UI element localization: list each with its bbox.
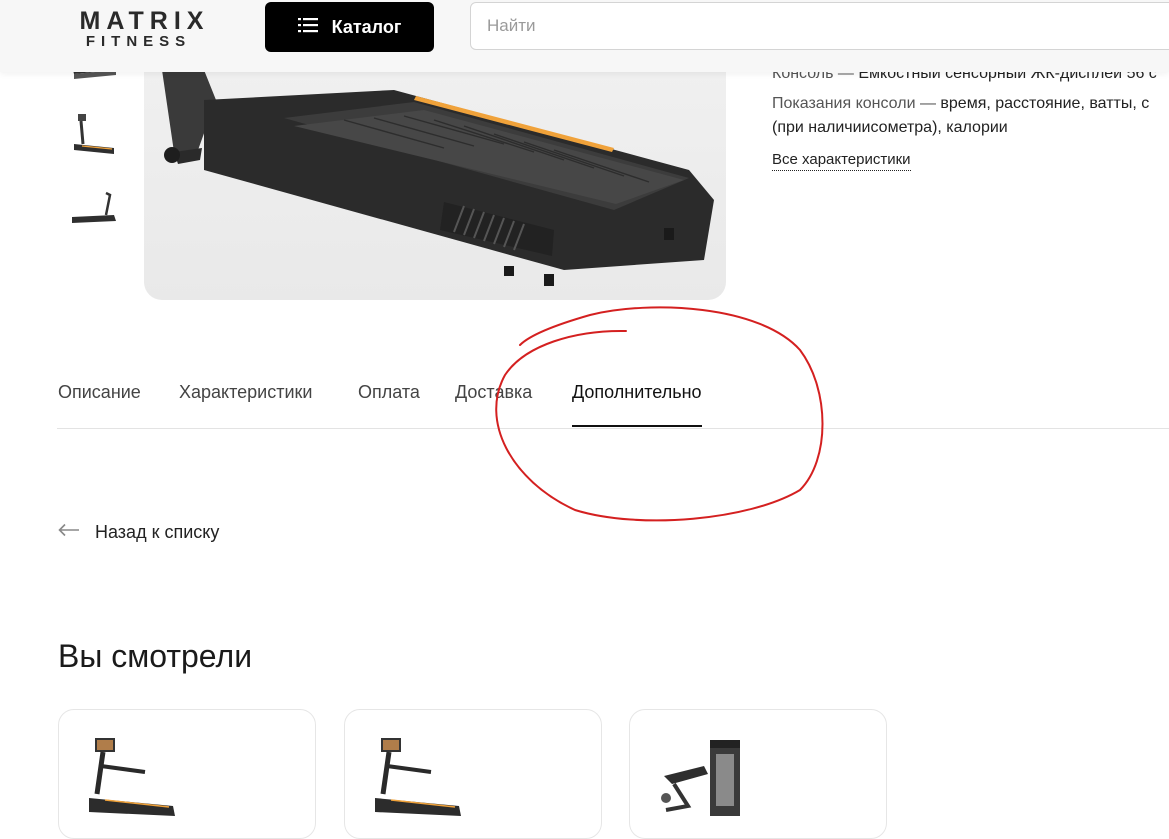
gallery-thumbnail-2[interactable] xyxy=(66,108,121,163)
tab-payment[interactable]: Оплата xyxy=(358,378,420,427)
viewed-product-card[interactable] xyxy=(629,709,887,839)
tab-additional[interactable]: Дополнительно xyxy=(572,378,702,427)
product-tabs: Описание Характеристики Оплата Доставка … xyxy=(57,378,1169,429)
logo-text-bottom: FITNESS xyxy=(85,33,192,50)
list-icon xyxy=(297,17,318,38)
site-header: MATRIX FITNESS Каталог xyxy=(0,0,1169,72)
logo-text-top: MATRIX xyxy=(79,7,210,35)
back-to-list-link[interactable]: Назад к списку xyxy=(57,522,219,543)
search-box xyxy=(470,2,1169,50)
viewed-product-card[interactable] xyxy=(344,709,602,839)
spec-readouts-value: время, расстояние, ватты, с xyxy=(940,95,1150,112)
gallery-thumbnail-3[interactable] xyxy=(66,185,121,240)
catalog-button-label: Каталог xyxy=(331,16,402,37)
back-link-label: Назад к списку xyxy=(95,522,220,542)
spec-readouts: Показания консоли — время, расстояние, в… xyxy=(772,92,1149,116)
treadmill-deck-image xyxy=(144,60,726,300)
all-specs-link[interactable]: Все характеристики xyxy=(772,150,911,171)
spec-readouts-key: Показания консоли — xyxy=(772,95,936,112)
treadmill-product-image xyxy=(369,736,464,821)
strength-machine-product-image xyxy=(654,736,749,821)
arrow-left-icon xyxy=(57,523,81,542)
treadmill-product-image xyxy=(83,736,178,821)
viewed-product-card[interactable] xyxy=(58,709,316,839)
logo[interactable]: MATRIX FITNESS xyxy=(57,7,232,49)
spec-readouts-continued: (при наличиисометра), калории xyxy=(772,119,1008,136)
tab-description[interactable]: Описание xyxy=(58,378,141,427)
search-input[interactable] xyxy=(471,3,1169,49)
viewed-section-title: Вы смотрели xyxy=(58,638,253,674)
tab-delivery[interactable]: Доставка xyxy=(455,378,532,427)
catalog-button[interactable]: Каталог xyxy=(265,2,434,52)
tab-characteristics[interactable]: Характеристики xyxy=(179,378,312,427)
